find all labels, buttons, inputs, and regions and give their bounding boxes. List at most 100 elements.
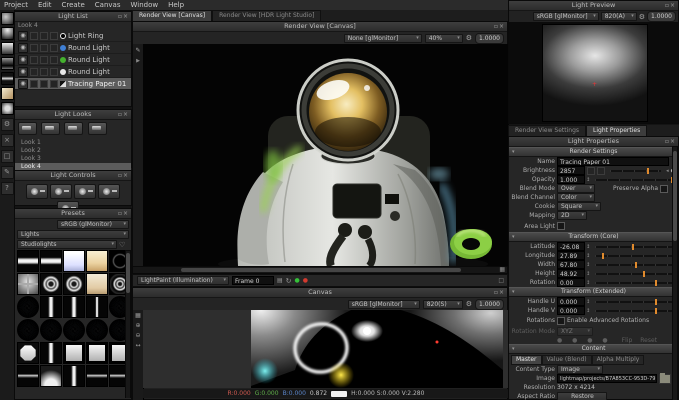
preset-thumb[interactable] <box>63 250 85 272</box>
spinner-icon[interactable]: ↕ <box>586 262 590 268</box>
preset-thumb[interactable] <box>40 319 62 341</box>
spinner-icon[interactable]: ↕ <box>586 280 590 286</box>
canvas-exposure-field[interactable]: 1.0000 <box>475 299 504 310</box>
light-row[interactable]: ◉ Round Light <box>15 42 131 54</box>
preset-thumb[interactable] <box>63 296 85 318</box>
visibility-eye-icon[interactable]: ◉ <box>18 43 28 53</box>
light-flag-checkbox[interactable] <box>40 32 48 40</box>
canvas-zoom-dropdown[interactable]: 820(S)▾ <box>423 300 463 309</box>
canvas-lut-dropdown[interactable]: sRGB [glMonitor]▾ <box>348 300 420 309</box>
opacity-field[interactable]: 1.000 <box>557 175 585 184</box>
render-hscrollbar[interactable]: ▦ <box>132 266 508 274</box>
close-icon[interactable]: × <box>123 210 129 217</box>
light-flag-checkbox[interactable] <box>40 68 48 76</box>
preset-shortcut-spot[interactable] <box>1 27 14 40</box>
spinner-icon[interactable]: ↕ <box>586 271 590 277</box>
spinner-icon[interactable]: ↕ <box>586 177 590 183</box>
menu-canvas[interactable]: Canvas <box>95 1 121 9</box>
close-icon[interactable]: × <box>499 23 505 30</box>
presets-category-dropdown[interactable]: Lights▾ <box>17 230 129 239</box>
collapse-icon[interactable]: ▾ <box>512 233 515 241</box>
light-flag-checkbox[interactable] <box>50 32 58 40</box>
grid-icon[interactable]: ▦ <box>133 312 143 319</box>
preset-thumb[interactable] <box>40 296 62 318</box>
visibility-eye-icon[interactable]: ◉ <box>18 79 28 89</box>
select-tool-icon[interactable]: ▶ <box>133 58 143 64</box>
folder-browse-icon[interactable] <box>659 374 671 384</box>
handle-u-field[interactable]: 0.000 <box>557 297 585 306</box>
preserve-alpha-checkbox[interactable] <box>660 185 668 193</box>
panel-toggle-icon[interactable]: □ <box>498 277 504 284</box>
enable-advanced-rotations-checkbox[interactable] <box>557 317 565 325</box>
light-row-selected[interactable]: ◉ Tracing Paper 01 <box>15 78 131 90</box>
help-icon[interactable]: ? <box>1 182 14 195</box>
preset-thumb[interactable] <box>63 342 85 364</box>
presets-scrollbar[interactable] <box>125 250 131 398</box>
add-look-button[interactable] <box>18 122 37 135</box>
preset-thumb[interactable] <box>86 273 108 295</box>
section-transform-extended[interactable]: ▾Transform (Extended) <box>509 287 678 297</box>
close-icon[interactable]: × <box>1 134 14 147</box>
section-content[interactable]: ▾Content <box>509 344 678 354</box>
light-flag-checkbox[interactable] <box>50 44 58 52</box>
width-field[interactable]: 67.80 <box>557 260 585 269</box>
blend-mode-dropdown[interactable]: Over▾ <box>557 184 595 193</box>
close-icon[interactable]: × <box>499 289 505 296</box>
page-icon[interactable]: □ <box>1 150 14 163</box>
light-control-scale-button[interactable] <box>50 184 72 199</box>
content-tab-master[interactable]: Master <box>511 355 542 365</box>
lightpaint-mode-dropdown[interactable]: LightPaint (Illumination)▾ <box>137 276 229 285</box>
tab-render-view-settings[interactable]: Render View Settings <box>508 125 586 136</box>
light-flag-checkbox[interactable] <box>40 80 48 88</box>
content-tab-value-blend[interactable]: Value (Blend) <box>542 355 592 365</box>
grid-icon[interactable]: ▦ <box>499 266 505 273</box>
preset-thumb[interactable] <box>17 342 39 364</box>
clear-look-button[interactable] <box>88 122 107 135</box>
menu-window[interactable]: Window <box>130 1 158 9</box>
rotation-mode-dropdown[interactable]: XYZ▾ <box>557 327 593 336</box>
visibility-eye-icon[interactable]: ◉ <box>18 31 28 41</box>
preset-shortcut-gradient1[interactable] <box>1 42 14 55</box>
preset-thumb[interactable] <box>86 250 108 272</box>
close-icon[interactable]: × <box>123 13 129 20</box>
visibility-eye-icon[interactable]: ◉ <box>18 55 28 65</box>
name-field[interactable]: Tracing Paper 01 <box>557 157 669 166</box>
preset-thumb[interactable] <box>63 273 85 295</box>
canvas-hscrollbar-thumb[interactable] <box>331 391 347 397</box>
tab-render-view-hdr[interactable]: Render View [HDR Light Studio] <box>212 10 321 21</box>
brightness-slider[interactable] <box>610 170 661 172</box>
light-flag-checkbox[interactable] <box>50 56 58 64</box>
pan-icon[interactable]: ↔ <box>133 342 143 349</box>
preset-thumb[interactable] <box>86 296 108 318</box>
rotation-field[interactable]: 0.00 <box>557 278 585 287</box>
tab-light-properties[interactable]: Light Properties <box>586 125 647 136</box>
preset-thumb[interactable] <box>86 365 108 387</box>
collapse-icon[interactable]: ▾ <box>512 148 515 156</box>
preview-zoom-dropdown[interactable]: 820(A)▾ <box>601 12 637 21</box>
preset-shortcut-gradient3[interactable] <box>1 72 14 85</box>
canvas-area[interactable] <box>143 310 509 388</box>
menu-project[interactable]: Project <box>4 1 28 9</box>
preset-thumb[interactable] <box>17 250 39 272</box>
light-control-rotate-button[interactable] <box>74 184 96 199</box>
spinner-icon[interactable]: ↕ <box>586 299 590 305</box>
handle-u-slider[interactable] <box>595 301 672 303</box>
render-lut-dropdown[interactable]: None [glMonitor]▾ <box>344 34 422 43</box>
cookie-dropdown[interactable]: Square▾ <box>557 202 601 211</box>
spinner-icon[interactable]: ↕ <box>586 244 590 250</box>
light-row[interactable]: ◉ Round Light <box>15 54 131 66</box>
area-light-checkbox[interactable] <box>557 222 565 230</box>
render-exposure-field[interactable]: 1.0000 <box>475 33 504 44</box>
handle-v-field[interactable]: 0.000 <box>557 306 585 315</box>
height-field[interactable]: 48.92 <box>557 269 585 278</box>
tab-render-view-canvas[interactable]: Render View [Canvas] <box>132 10 212 21</box>
preset-thumb[interactable] <box>40 250 62 272</box>
preset-thumb[interactable] <box>63 365 85 387</box>
preset-thumb[interactable] <box>40 342 62 364</box>
preset-thumb[interactable] <box>40 365 62 387</box>
light-flag-checkbox[interactable] <box>30 68 38 76</box>
render-hscrollbar-thumb[interactable] <box>181 268 461 272</box>
light-row[interactable]: ◉ Round Light <box>15 66 131 78</box>
longitude-slider[interactable] <box>595 255 672 257</box>
preset-shortcut-panel[interactable] <box>1 87 14 100</box>
